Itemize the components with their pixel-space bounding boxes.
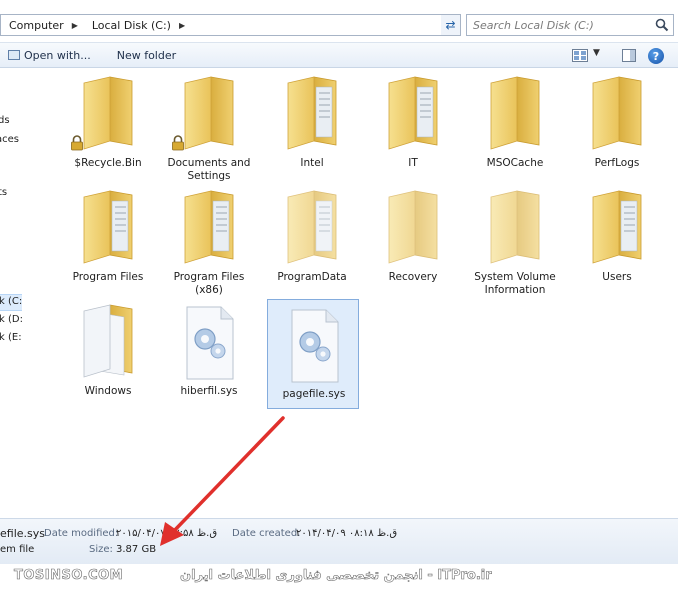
refresh-icon: ⇄ (445, 18, 456, 32)
file-item-pagefile-sys[interactable]: pagefile.sys (267, 299, 359, 409)
folder-icon (80, 75, 136, 155)
folder-icon (589, 75, 645, 155)
file-item-it[interactable]: IT (367, 69, 459, 179)
new-folder-label: New folder (116, 48, 177, 62)
preview-pane-icon[interactable] (622, 49, 636, 62)
details-pane: efile.sys em file Date modified: ۲۰۱۵/۰۴… (0, 518, 678, 564)
folder-icon (181, 75, 237, 155)
size-label: Size: (89, 544, 113, 555)
breadcrumb-local-disk[interactable]: Local Disk (C:) ▶ (84, 15, 191, 35)
refresh-button[interactable]: ⇄ (441, 14, 461, 36)
lock-icon (70, 135, 84, 151)
breadcrumb-computer[interactable]: Computer ▶ (1, 15, 84, 35)
search-box[interactable] (466, 14, 674, 36)
file-item-label: pagefile.sys (282, 388, 346, 400)
search-input[interactable] (473, 18, 653, 32)
watermark-left-text: TOSINSO.COM (14, 568, 124, 584)
selected-file-type: em file (0, 544, 35, 555)
file-item-perflogs[interactable]: PerfLogs (571, 69, 663, 179)
folder-icon (385, 189, 441, 269)
file-item-system-volume-information[interactable]: System Volume Information (469, 183, 561, 296)
file-item-label: System Volume Information (474, 271, 556, 296)
file-item-label: ProgramData (277, 271, 347, 283)
folder-icon (487, 189, 543, 269)
file-item-label: Documents and Settings (167, 157, 251, 182)
folder-icon (284, 189, 340, 269)
file-item-hiberfil-sys[interactable]: hiberfil.sys (163, 297, 255, 407)
nav-item-downloads[interactable]: ds (0, 115, 10, 126)
search-icon[interactable] (655, 18, 669, 32)
open-with-icon (8, 50, 20, 60)
file-item-users[interactable]: Users (571, 183, 663, 293)
navigation-pane: ds aces ts k (C:) k (D:) k (E:) (0, 69, 22, 517)
address-bar[interactable]: Computer ▶ Local Disk (C:) ▶ ▼ (0, 14, 460, 36)
breadcrumb-label: Computer (9, 18, 64, 32)
file-item-label: $Recycle.Bin (74, 157, 142, 169)
nav-item-local-disk-c[interactable]: k (C:) (0, 296, 22, 307)
open-with-button[interactable]: Open with... (0, 43, 99, 67)
folder-icon (80, 189, 136, 269)
file-item-label: Program Files (72, 271, 144, 283)
date-modified-value: ۲۰۱۵/۰۴/۰۷ ق.ظ ۰۷:۵۸ (116, 528, 218, 539)
file-item-label: hiberfil.sys (180, 385, 238, 397)
file-item-windows[interactable]: Windows (62, 297, 154, 407)
file-item-label: Program Files (x86) (173, 271, 245, 296)
chevron-right-icon[interactable]: ▶ (72, 21, 78, 30)
date-created-value: ۲۰۱۴/۰۴/۰۹ ق.ظ ۰۸:۱۸ (296, 528, 398, 539)
file-item-documents-and-settings[interactable]: Documents and Settings (163, 69, 255, 182)
size-value: 3.87 GB (116, 544, 157, 555)
nav-item-local-disk-d[interactable]: k (D:) (0, 314, 22, 325)
selected-file-name: efile.sys (0, 527, 45, 540)
open-with-label: Open with... (24, 48, 91, 62)
folder-icon (284, 75, 340, 155)
file-item-recycle-bin[interactable]: $Recycle.Bin (62, 69, 154, 179)
file-item-recovery[interactable]: Recovery (367, 183, 459, 293)
system-file-icon (181, 303, 237, 383)
file-item-label: IT (408, 157, 418, 169)
nav-item-documents[interactable]: ts (0, 187, 7, 198)
file-item-program-files[interactable]: Program Files (62, 183, 154, 293)
file-item-label: Users (602, 271, 632, 283)
folder-icon (181, 189, 237, 269)
date-modified-label: Date modified: (44, 528, 119, 539)
file-list-view: $Recycle.Bin Documents and Settings Inte… (22, 69, 678, 517)
command-toolbar: Open with... New folder ▼ ? (0, 42, 678, 68)
folder-icon (589, 189, 645, 269)
date-created-label: Date created: (232, 528, 301, 539)
file-item-label: MSOCache (486, 157, 544, 169)
file-item-programdata[interactable]: ProgramData (266, 183, 358, 293)
file-item-label: Recovery (388, 271, 438, 283)
view-options-chevron-down-icon[interactable]: ▼ (593, 48, 600, 58)
help-icon[interactable]: ? (648, 48, 664, 64)
watermark-right-text: انجمن تخصصی فناوری اطلاعات ایران - ITPro… (180, 568, 492, 584)
address-bar-row: Computer ▶ Local Disk (C:) ▶ ▼ ⇄ (0, 10, 678, 38)
change-view-icon[interactable] (572, 49, 588, 62)
file-item-program-files-x86[interactable]: Program Files (x86) (163, 183, 255, 296)
chevron-right-icon[interactable]: ▶ (179, 21, 185, 30)
folder-icon (80, 303, 136, 383)
file-item-label: PerfLogs (594, 157, 640, 169)
file-item-label: Intel (300, 157, 324, 169)
breadcrumb-label: Local Disk (C:) (91, 18, 171, 32)
folder-icon (385, 75, 441, 155)
system-file-icon (286, 306, 342, 386)
folder-icon (487, 75, 543, 155)
new-folder-button[interactable]: New folder (99, 43, 184, 67)
watermark-band: TOSINSO.COM انجمن تخصصی فناوری اطلاعات ا… (0, 564, 678, 596)
file-item-intel[interactable]: Intel (266, 69, 358, 179)
nav-item-recent-places[interactable]: aces (0, 134, 19, 145)
file-item-label: Windows (84, 385, 132, 397)
file-item-msocache[interactable]: MSOCache (469, 69, 561, 179)
lock-icon (171, 135, 185, 151)
nav-item-local-disk-e[interactable]: k (E:) (0, 332, 22, 343)
